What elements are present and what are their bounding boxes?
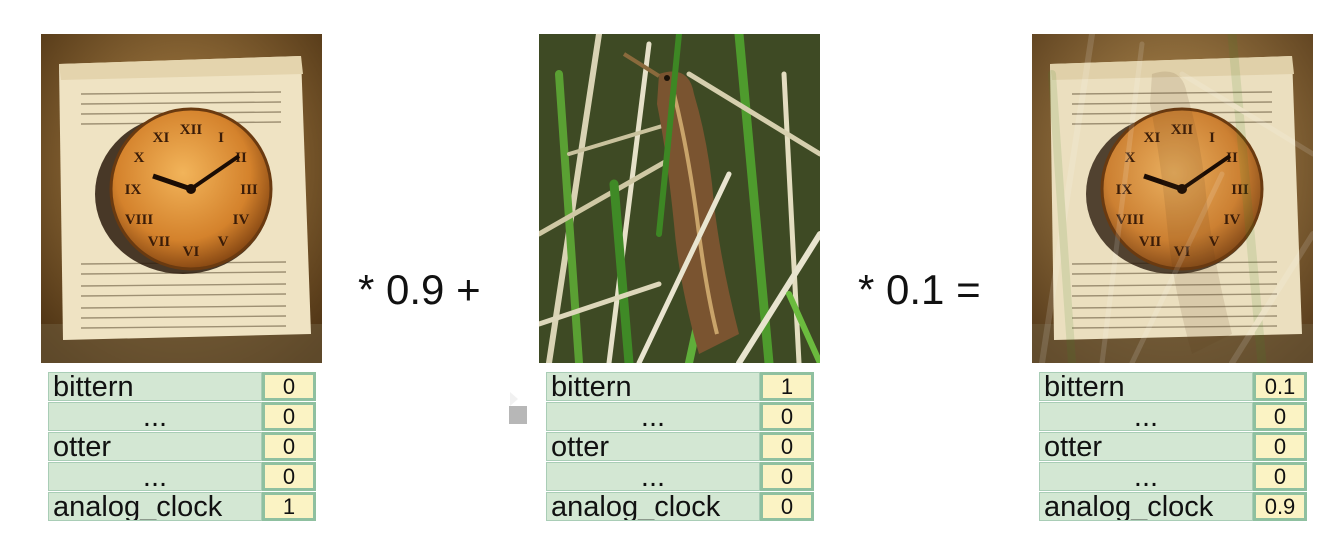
row-value: 0	[763, 405, 811, 428]
row-value: 1	[265, 495, 313, 518]
row-value: 0	[265, 375, 313, 398]
svg-text:IV: IV	[1224, 212, 1241, 228]
cursor-artifact	[510, 392, 518, 406]
row-label: ...	[48, 402, 262, 431]
row-label: otter	[1039, 432, 1253, 461]
table-row: ... 0	[546, 462, 814, 491]
row-value: 0	[763, 495, 811, 518]
svg-text:I: I	[218, 130, 224, 146]
row-label: bittern	[48, 372, 262, 401]
blended-clock-bittern-image: XII I II III IV V VI VII VIII IX X XI	[1032, 34, 1313, 363]
row-value: 0.9	[1256, 495, 1304, 518]
svg-text:VII: VII	[148, 234, 171, 250]
row-value: 0.1	[1256, 375, 1304, 398]
table-row: otter 0	[546, 432, 814, 461]
row-value: 0	[265, 435, 313, 458]
row-label: bittern	[546, 372, 760, 401]
table-row: bittern 0	[48, 372, 316, 401]
table-row: bittern 0.1	[1039, 372, 1307, 401]
row-value: 0	[1256, 435, 1304, 458]
table-row: analog_clock 1	[48, 492, 316, 521]
row-label: analog_clock	[1039, 492, 1253, 521]
svg-text:V: V	[218, 234, 229, 250]
row-label: otter	[48, 432, 262, 461]
table-row: ... 0	[48, 402, 316, 431]
row-value: 0	[265, 405, 313, 428]
row-label: otter	[546, 432, 760, 461]
table-row: ... 0	[546, 402, 814, 431]
label-panel-2: bittern 1 ... 0 otter 0 ... 0 analog_clo…	[546, 372, 814, 522]
operator-times-0-1-equals: * 0.1 =	[858, 266, 981, 313]
row-value: 0	[1256, 405, 1304, 428]
row-label: analog_clock	[546, 492, 760, 521]
svg-text:VI: VI	[183, 244, 200, 260]
row-value: 0	[763, 465, 811, 488]
bittern-in-reeds-image	[539, 34, 820, 363]
svg-text:VII: VII	[1139, 234, 1162, 250]
svg-text:I: I	[1209, 130, 1215, 146]
row-label: bittern	[1039, 372, 1253, 401]
svg-text:III: III	[240, 182, 258, 198]
row-label: ...	[546, 402, 760, 431]
cursor-artifact	[509, 406, 527, 424]
row-label: ...	[1039, 462, 1253, 491]
table-row: otter 0	[1039, 432, 1307, 461]
label-panel-3: bittern 0.1 ... 0 otter 0 ... 0 analog_c…	[1039, 372, 1307, 522]
svg-text:VIII: VIII	[125, 212, 154, 228]
row-value: 0	[1256, 465, 1304, 488]
svg-text:X: X	[134, 150, 145, 166]
table-row: analog_clock 0	[546, 492, 814, 521]
clock-on-book-image: XII I II III IV V VI VII VIII IX X XI	[41, 34, 322, 363]
row-label: ...	[546, 462, 760, 491]
row-label: analog_clock	[48, 492, 262, 521]
row-value: 1	[763, 375, 811, 398]
svg-text:IV: IV	[233, 212, 250, 228]
row-label: ...	[1039, 402, 1253, 431]
table-row: ... 0	[48, 462, 316, 491]
row-value: 0	[265, 465, 313, 488]
table-row: bittern 1	[546, 372, 814, 401]
table-row: ... 0	[1039, 462, 1307, 491]
table-row: analog_clock 0.9	[1039, 492, 1307, 521]
svg-text:IX: IX	[125, 182, 142, 198]
table-row: otter 0	[48, 432, 316, 461]
label-panel-1: bittern 0 ... 0 otter 0 ... 0 analog_clo…	[48, 372, 316, 522]
operator-times-0-9-plus: * 0.9 +	[358, 266, 481, 313]
svg-text:XI: XI	[153, 130, 170, 146]
row-value: 0	[763, 435, 811, 458]
svg-text:XII: XII	[180, 122, 203, 138]
table-row: ... 0	[1039, 402, 1307, 431]
row-label: ...	[48, 462, 262, 491]
